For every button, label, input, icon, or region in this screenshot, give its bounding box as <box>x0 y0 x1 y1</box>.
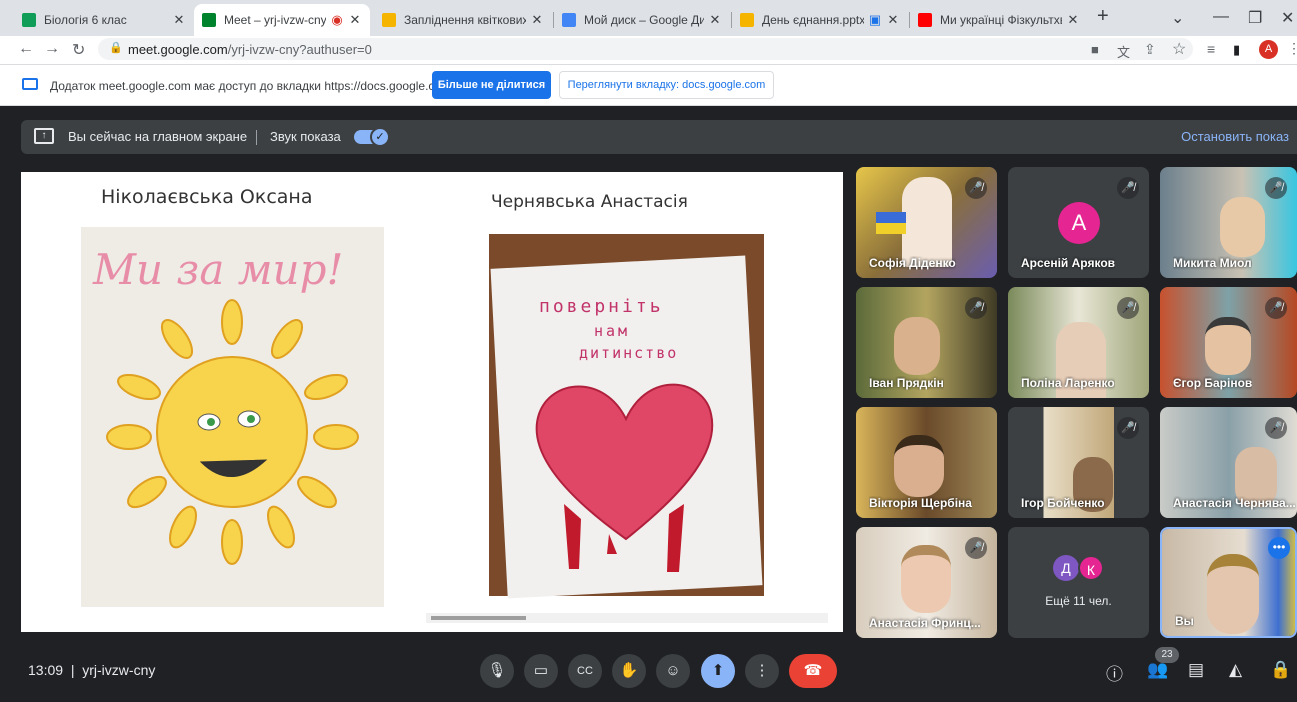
mic-off-icon: 🎤̸ <box>965 297 987 319</box>
bookmark-star-icon[interactable]: ☆ <box>1172 39 1186 59</box>
sidepanel-icon[interactable]: ▮ <box>1233 42 1240 58</box>
self-tile[interactable]: ••• Вы <box>1160 527 1297 638</box>
mic-off-icon: 🎤̸ <box>1117 297 1139 319</box>
presenting-bar: ↑ Вы сейчас на главном экране Звук показ… <box>21 120 1297 154</box>
back-icon[interactable]: ← <box>18 40 34 58</box>
meet-icon <box>202 13 216 27</box>
view-tab-button[interactable]: Переглянути вкладку: docs.google.com <box>559 71 774 99</box>
url-field[interactable]: 🔒 meet.google.com/yrj-ivzw-cny?authuser=… <box>98 38 1193 60</box>
avatar: A <box>1058 202 1100 244</box>
lock-icon: 🔒 <box>109 42 123 54</box>
close-window-button[interactable]: ✕ <box>1281 8 1294 28</box>
share-icon[interactable]: ⇪ <box>1144 41 1156 58</box>
chat-icon[interactable]: ▤ <box>1188 660 1204 680</box>
mic-off-icon: 🎤̸ <box>965 177 987 199</box>
slides-icon <box>740 13 754 27</box>
translate-icon[interactable]: 文 <box>1117 42 1130 61</box>
sun-icon <box>106 299 359 565</box>
emoji-button[interactable]: ☺ <box>656 654 690 688</box>
info-icon[interactable]: ⓘ <box>1106 660 1123 685</box>
participant-tile[interactable]: 🎤̸ Ігор Бойченко <box>1008 407 1149 518</box>
check-icon: ✓ <box>370 127 390 147</box>
tab-pollination[interactable]: Запліднення квіткових ро ✕ <box>374 4 552 36</box>
avatar: Д <box>1053 555 1079 581</box>
drive-icon <box>562 13 576 27</box>
browser-tab-bar: Біологія 6 клас ✕ Meet – yrj-ivzw-cny ◉ … <box>0 0 1297 36</box>
more-participants-tile[interactable]: Д К Ещё 11 чел. <box>1008 527 1149 638</box>
shared-slide: Ніколаєвська Оксана Чернявська Анастасія… <box>21 172 843 632</box>
share-screen-icon <box>22 78 38 90</box>
chevron-down-icon[interactable]: ⌄ <box>1171 8 1184 28</box>
close-icon[interactable]: ✕ <box>530 12 544 28</box>
recording-icon: ◉ <box>331 12 343 27</box>
left-author-name: Ніколаєвська Оксана <box>101 186 313 208</box>
meeting-time: 13:09 | yrj-ivzw-cny <box>28 662 156 678</box>
camera-icon[interactable]: ■ <box>1091 42 1099 57</box>
tab-drive[interactable]: Мой диск – Google Диск ✕ <box>554 4 730 36</box>
activities-icon[interactable]: ◭ <box>1229 660 1242 680</box>
stop-sharing-button[interactable]: Більше не ділитися <box>432 71 551 99</box>
right-author-name: Чернявська Анастасія <box>491 192 688 212</box>
tab-biology[interactable]: Біологія 6 клас ✕ <box>14 4 194 36</box>
close-icon[interactable]: ✕ <box>886 12 900 28</box>
participant-tile[interactable]: 🎤̸ Анастасія Фринц... <box>856 527 997 638</box>
participant-tile[interactable]: 🎤̸ Іван Прядкін <box>856 287 997 398</box>
people-count-badge: 23 <box>1155 647 1179 663</box>
close-icon[interactable]: ✕ <box>348 12 362 28</box>
more-options-icon[interactable]: ••• <box>1268 537 1290 559</box>
heart-drawing: поверніть нам дитинство <box>489 234 764 599</box>
microphone-button[interactable]: 🎙 <box>480 654 514 688</box>
participant-tile[interactable]: Вікторія Щербіна <box>856 407 997 518</box>
flag-icon <box>876 212 906 234</box>
participant-tile[interactable]: 🎤̸ Поліна Ларенко <box>1008 287 1149 398</box>
tab-meet[interactable]: Meet – yrj-ivzw-cny ◉ ✕ <box>194 4 370 36</box>
close-icon[interactable]: ✕ <box>708 12 722 28</box>
stop-presenting-button[interactable]: Остановить показ <box>1181 129 1289 144</box>
minimize-button[interactable]: — <box>1213 8 1229 26</box>
leave-call-button[interactable]: ☎ <box>789 654 837 688</box>
media-control-icon[interactable]: ≡ <box>1207 41 1215 57</box>
tab-unity-day[interactable]: День єднання.pptx - G ▣ ✕ <box>732 4 908 36</box>
host-controls-icon[interactable]: 🔒 <box>1270 660 1291 680</box>
youtube-icon <box>918 13 932 27</box>
participant-tile[interactable]: 🎤̸ Анастасія Чернява... <box>1160 407 1297 518</box>
maximize-button[interactable]: ❐ <box>1248 8 1262 28</box>
participant-tile[interactable]: 🎤̸ Микита Миол <box>1160 167 1297 278</box>
heart-icon <box>535 383 714 572</box>
more-options-button[interactable]: ⋮ <box>745 654 779 688</box>
present-button[interactable]: ⬆ <box>701 654 735 688</box>
captions-button[interactable]: CC <box>568 654 602 688</box>
raise-hand-button[interactable]: ✋ <box>612 654 646 688</box>
participant-tile[interactable]: A 🎤̸ Арсеній Аряков <box>1008 167 1149 278</box>
participant-tile[interactable]: 🎤̸ Єгор Барінов <box>1160 287 1297 398</box>
menu-icon[interactable]: ⋮ <box>1287 40 1297 57</box>
tab-youtube[interactable]: Ми українці Фізкультхвил ✕ <box>910 4 1088 36</box>
mic-off-icon: 🎤̸ <box>1117 417 1139 439</box>
horizontal-scrollbar[interactable] <box>426 613 828 623</box>
avatar: К <box>1078 555 1104 581</box>
people-icon[interactable]: 👥 <box>1147 660 1168 680</box>
mic-off-icon: 🎤̸ <box>1265 417 1287 439</box>
new-tab-button[interactable]: + <box>1097 5 1109 28</box>
participant-tile[interactable]: 🎤̸ Софія Діденко <box>856 167 997 278</box>
mic-off-icon: 🎤̸ <box>1117 177 1139 199</box>
sun-drawing: Ми за мир! <box>81 227 384 607</box>
present-icon: ↑ <box>34 128 54 144</box>
slides-icon <box>382 13 396 27</box>
forward-icon[interactable]: → <box>44 40 60 58</box>
close-icon[interactable]: ✕ <box>1066 12 1080 28</box>
sharing-icon: ▣ <box>868 12 882 27</box>
profile-avatar[interactable]: A <box>1259 40 1278 59</box>
mic-off-icon: 🎤̸ <box>1265 177 1287 199</box>
reload-icon[interactable]: ↻ <box>72 40 85 60</box>
mic-off-icon: 🎤̸ <box>1265 297 1287 319</box>
mic-off-icon: 🎤̸ <box>965 537 987 559</box>
meeting-controls: 13:09 | yrj-ivzw-cny <box>0 640 1297 702</box>
close-icon[interactable]: ✕ <box>172 12 186 28</box>
presentation-audio-toggle[interactable]: ✓ <box>354 127 390 147</box>
camera-button[interactable]: ▭ <box>524 654 558 688</box>
sheets-icon <box>22 13 36 27</box>
